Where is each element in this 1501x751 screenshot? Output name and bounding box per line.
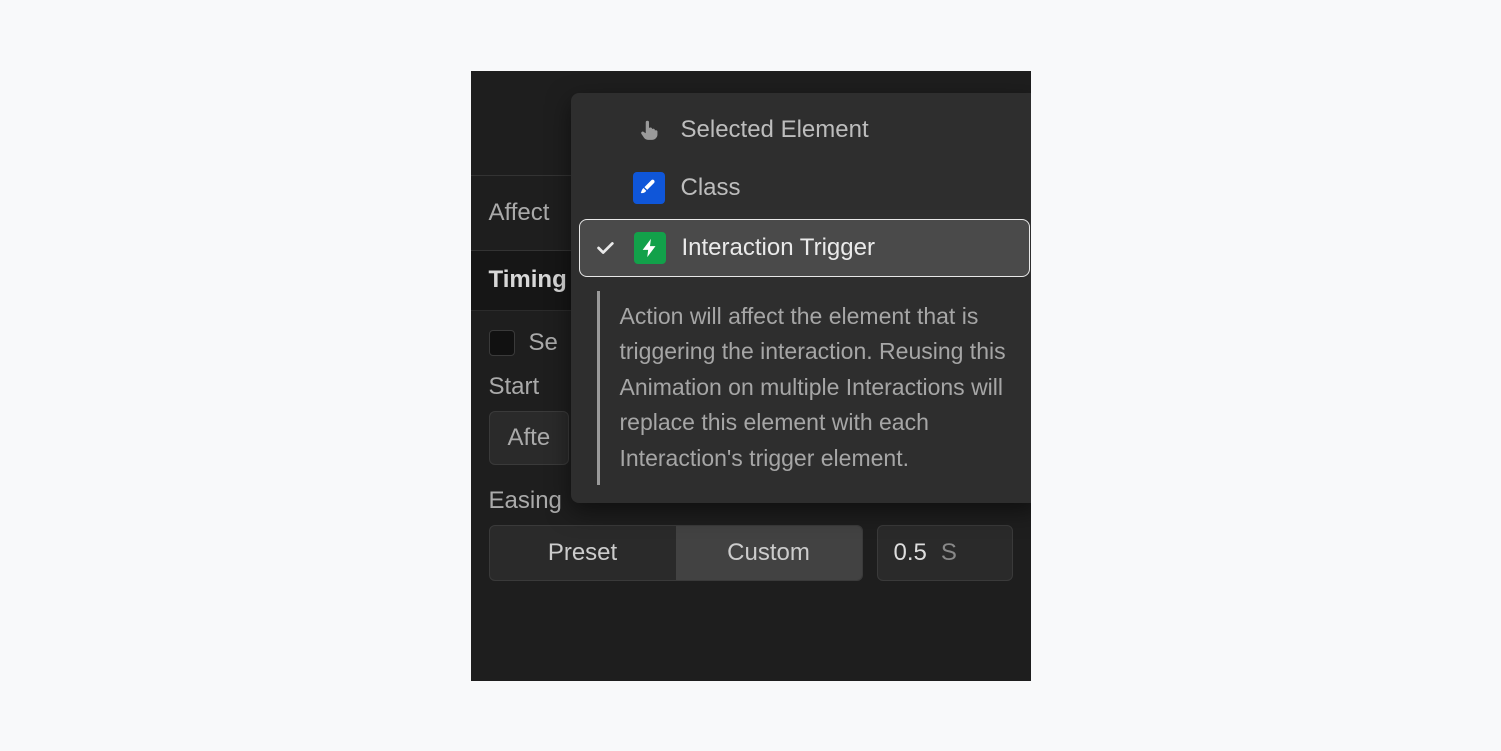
- bolt-icon: [634, 232, 666, 264]
- check-icon: [592, 237, 618, 259]
- easing-tab-custom-label: Custom: [727, 539, 810, 567]
- duration-input[interactable]: 0.5 S: [877, 525, 1013, 581]
- easing-tabs: Preset Custom: [489, 525, 863, 581]
- easing-tab-preset-label: Preset: [548, 539, 617, 567]
- affect-option-interaction-trigger[interactable]: Interaction Trigger: [579, 219, 1030, 277]
- affect-option-label: Interaction Trigger: [682, 234, 875, 262]
- affect-option-description: Action will affect the element that is t…: [597, 291, 1020, 485]
- easing-row: Preset Custom 0.5 S: [489, 525, 1013, 581]
- affect-label: Affect: [489, 199, 550, 227]
- start-select[interactable]: Afte: [489, 411, 570, 465]
- affect-dropdown: Selected Element Class Interac: [571, 93, 1031, 503]
- affect-option-class[interactable]: Class: [571, 159, 1031, 217]
- hand-pointer-icon: [633, 114, 665, 146]
- affect-option-selected-element[interactable]: Selected Element: [571, 101, 1031, 159]
- interactions-panel: Affect Timing Se Start Afte Easing Prese…: [471, 71, 1031, 681]
- easing-tab-custom[interactable]: Custom: [676, 526, 862, 580]
- timing-header-label: Timing: [489, 266, 567, 294]
- easing-tab-preset[interactable]: Preset: [490, 526, 676, 580]
- duration-unit: S: [941, 539, 957, 567]
- start-select-value: Afte: [508, 424, 551, 452]
- affect-option-label: Selected Element: [681, 116, 869, 144]
- initial-state-checkbox[interactable]: [489, 330, 515, 356]
- initial-state-label: Se: [529, 329, 558, 357]
- duration-value: 0.5: [894, 539, 927, 567]
- affect-option-label: Class: [681, 174, 741, 202]
- brush-icon: [633, 172, 665, 204]
